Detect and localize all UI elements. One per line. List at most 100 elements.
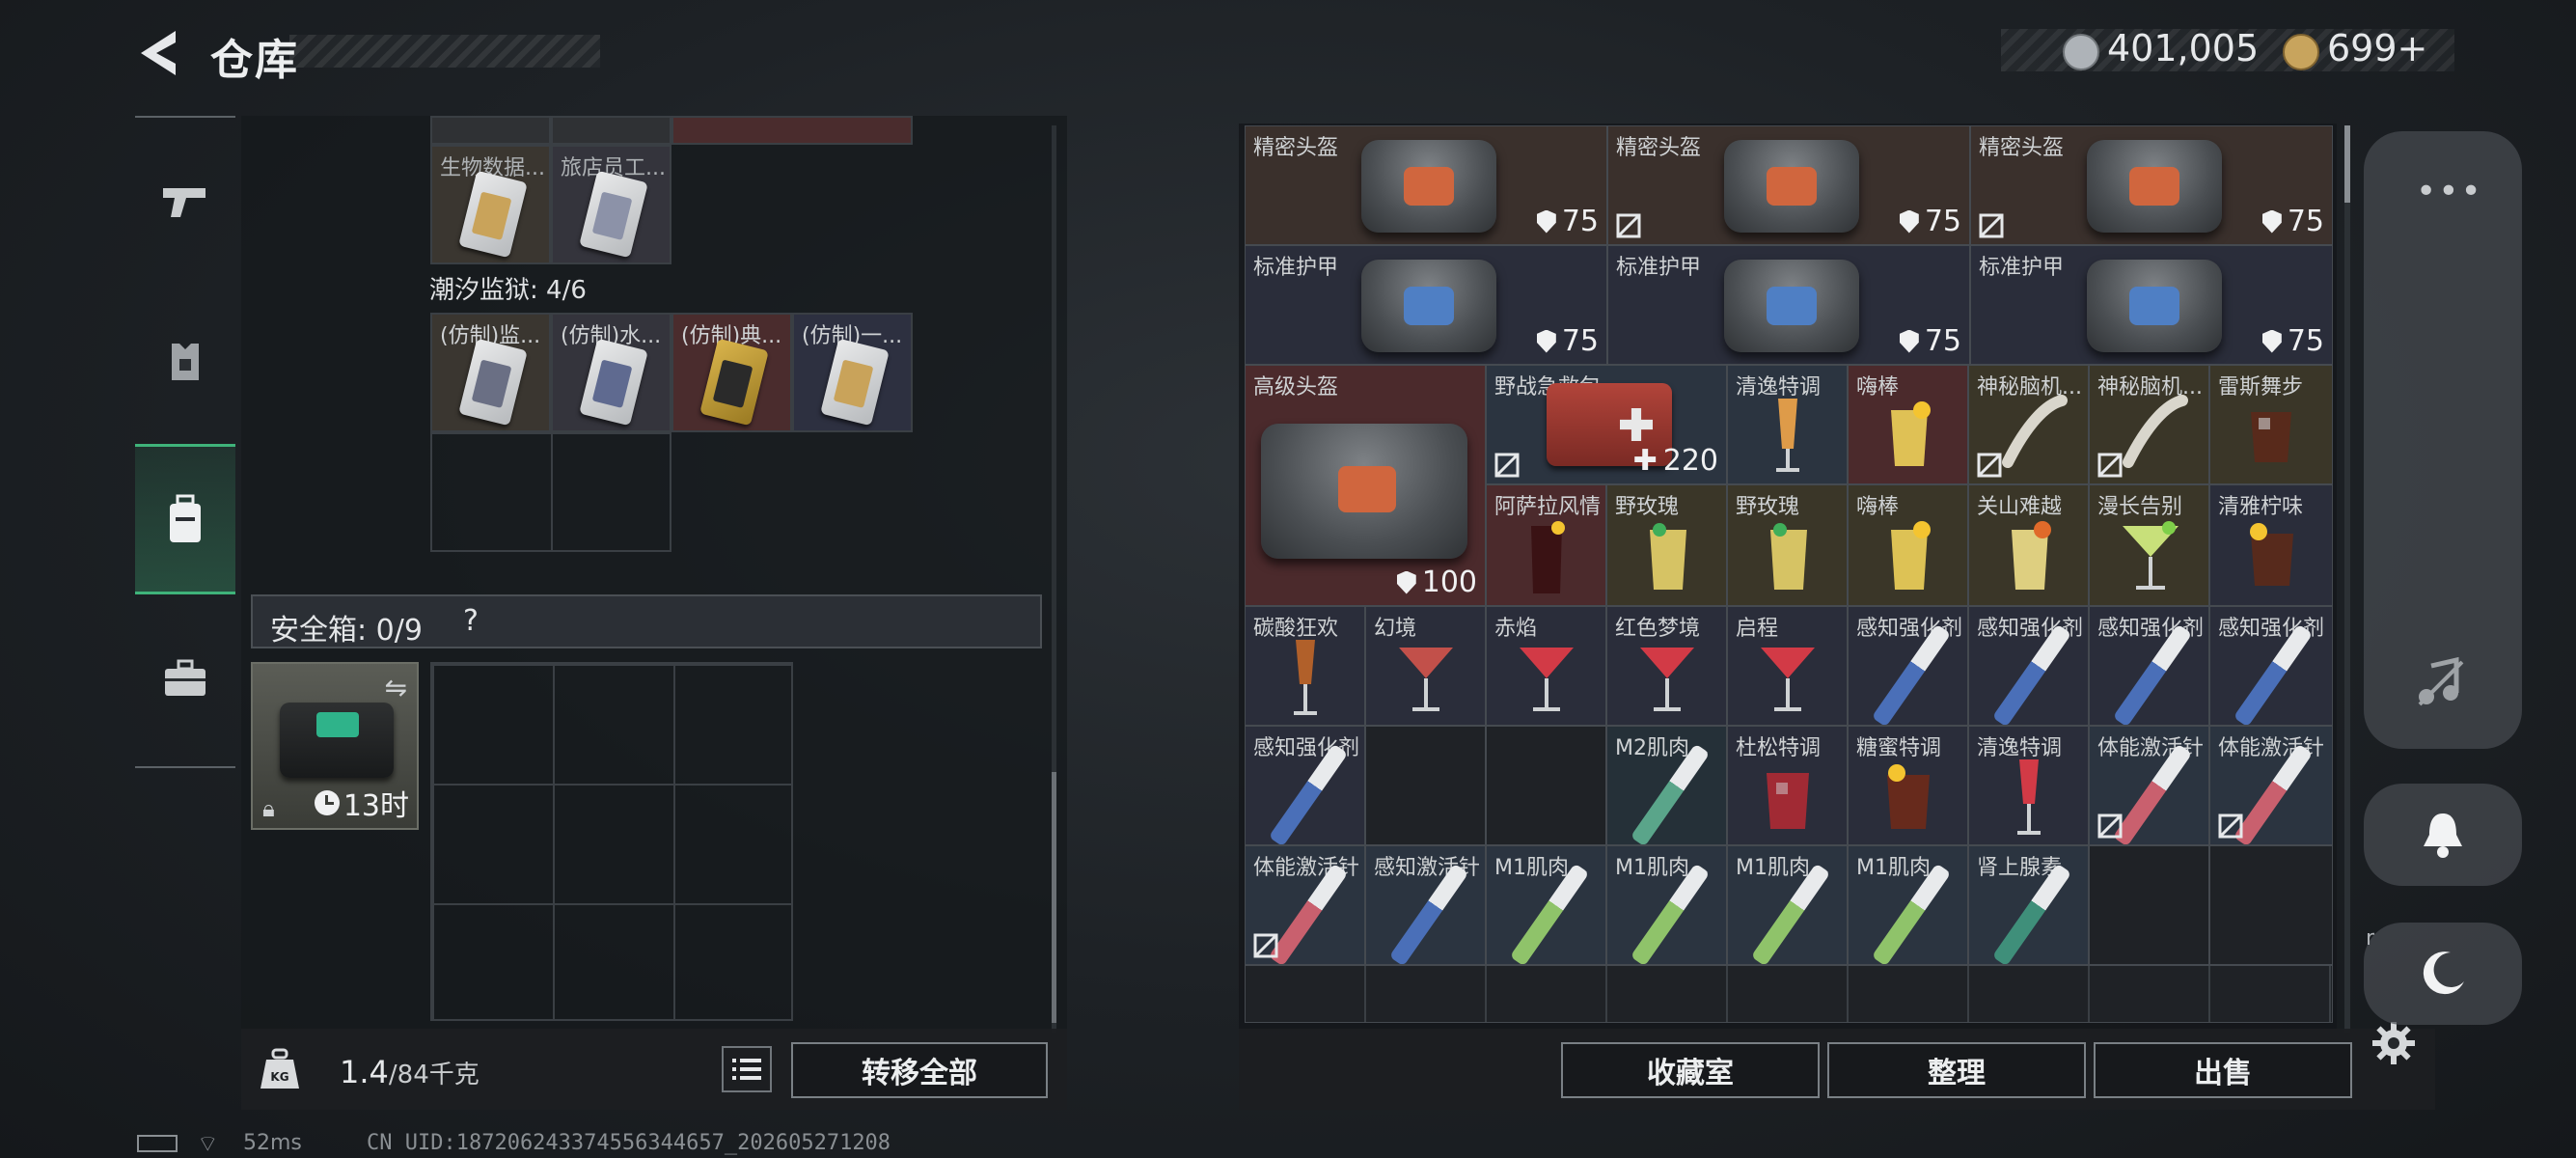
item-name: 糖蜜特调 [1856, 736, 1942, 760]
collection-room-button[interactable]: 收藏室 [1561, 1042, 1820, 1098]
item-cell-partial[interactable] [430, 116, 551, 145]
gold-amount[interactable]: 699+ [2327, 27, 2427, 69]
item-cell[interactable]: (仿制)典... [671, 313, 792, 432]
item-cell[interactable]: 高级头盔 100 [1245, 365, 1486, 606]
item-cell[interactable]: 肾上腺素 [1968, 845, 2089, 965]
item-cell-partial[interactable] [551, 116, 671, 145]
item-cell[interactable]: M1肌肉... [1848, 845, 1968, 965]
help-icon[interactable]: ? [463, 604, 479, 638]
swap-icon[interactable]: ⇋ [385, 672, 407, 703]
empty-slot[interactable] [2209, 845, 2333, 965]
item-cell[interactable]: 感知强化剂 [2089, 606, 2209, 726]
no-trade-icon [1253, 933, 1278, 958]
nav-equipment[interactable] [135, 290, 235, 434]
item-cell[interactable]: 体能激活针 [2089, 726, 2209, 845]
empty-slot[interactable] [2089, 845, 2209, 965]
more-icon[interactable]: ••• [2416, 172, 2483, 211]
item-cell[interactable]: 标准护甲 75 [1245, 245, 1607, 365]
item-cell[interactable]: 标准护甲 75 [1607, 245, 1970, 365]
item-cell[interactable]: 精密头盔 75 [1245, 125, 1607, 245]
item-cell[interactable]: 感知强化剂 [1245, 726, 1365, 845]
item-cell[interactable]: 启程 [1727, 606, 1848, 726]
item-cell[interactable]: 精密头盔 75 [1970, 125, 2333, 245]
organize-button[interactable]: 整理 [1827, 1042, 2086, 1098]
item-cell[interactable]: 感知激活针 [1365, 845, 1486, 965]
item-cell[interactable]: 野玫瑰 [1606, 484, 1727, 606]
item-cell[interactable]: M1肌肉... [1727, 845, 1848, 965]
item-cell[interactable]: 清雅柠味 [2209, 484, 2333, 606]
item-cell[interactable]: 体能激活针 [1245, 845, 1365, 965]
item-cell[interactable]: M2肌肉... [1606, 726, 1727, 845]
user-uid: CN UID:187206243374556344657_20260527120… [367, 1131, 891, 1155]
shield-icon [2261, 209, 2282, 234]
keycard-icon [458, 170, 528, 259]
silver-amount: 401,005 [2107, 27, 2260, 69]
item-cell[interactable]: 感知强化剂 [1848, 606, 1968, 726]
item-cell[interactable]: 嗨棒 [1848, 484, 1968, 606]
sell-button[interactable]: 出售 [2094, 1042, 2352, 1098]
warehouse-grid[interactable]: 精密头盔 75 精密头盔 75 精密头盔 75 标准护甲 75 标准护甲 75 … [1245, 125, 2333, 1023]
item-cell[interactable]: 标准护甲 75 [1970, 245, 2333, 365]
item-cell[interactable]: 旅店员工... [551, 145, 671, 264]
dark-mode-button[interactable] [2364, 923, 2522, 1025]
empty-slot[interactable] [1365, 726, 1486, 845]
svg-text:KG: KG [270, 1070, 288, 1084]
list-icon [732, 1059, 761, 1080]
item-cell[interactable]: 赤焰 [1486, 606, 1606, 726]
item-cell[interactable]: (仿制)一... [792, 313, 913, 432]
item-cell[interactable]: 感知强化剂 [2209, 606, 2333, 726]
shield-icon [1536, 209, 1556, 234]
item-cell[interactable]: 漫长告别 [2089, 484, 2209, 606]
rocks-glass-icon [2250, 523, 2293, 586]
durability: 75 [1899, 205, 1961, 238]
item-cell[interactable]: 杜松特调 [1727, 726, 1848, 845]
item-cell[interactable]: 阿萨拉风情 [1486, 484, 1606, 606]
item-cell[interactable]: 清逸特调 [1727, 365, 1848, 484]
music-muted-icon[interactable] [2414, 656, 2468, 710]
item-cell[interactable]: 碳酸狂欢 [1245, 606, 1365, 726]
item-cell[interactable]: 糖蜜特调 [1848, 726, 1968, 845]
gear-icon[interactable] [2371, 1021, 2416, 1065]
highball-icon [2012, 521, 2051, 590]
item-cell[interactable]: 嗨棒 [1848, 365, 1968, 484]
item-cell[interactable]: M1肌肉... [1486, 845, 1606, 965]
empty-slot[interactable] [1486, 726, 1606, 845]
left-scrollbar[interactable] [1052, 772, 1056, 1023]
notification-button[interactable] [2364, 784, 2522, 886]
item-name: 赤焰 [1494, 617, 1538, 641]
item-cell[interactable]: 精密头盔 75 [1607, 125, 1970, 245]
right-scrollbar[interactable] [2344, 125, 2350, 203]
item-cell[interactable]: (仿制)水... [551, 313, 671, 432]
item-cell[interactable]: 幻境 [1365, 606, 1486, 726]
durability: 100 [1396, 565, 1477, 599]
list-view-button[interactable] [722, 1046, 772, 1092]
item-cell[interactable]: 雷斯舞步 [2209, 365, 2333, 484]
nav-toolbox[interactable] [135, 606, 235, 751]
item-name: 标准护甲 [1253, 256, 1339, 280]
item-cell[interactable]: 生物数据... [430, 145, 551, 264]
safe-box-item[interactable]: ⇋ 🔒︎ 13时 [251, 662, 419, 830]
item-cell[interactable]: 红色梦境 [1606, 606, 1727, 726]
nav-backpack[interactable] [135, 444, 235, 594]
armor-icon [172, 344, 199, 380]
back-arrow-icon[interactable] [135, 27, 183, 79]
item-cell[interactable]: 神秘脑机... [1968, 365, 2089, 484]
empty-slots[interactable] [430, 432, 671, 552]
battery-icon [137, 1135, 178, 1152]
item-cell[interactable]: M1肌肉... [1606, 845, 1727, 965]
item-cell[interactable]: 野战急救包 ✚220 [1486, 365, 1727, 484]
transfer-all-button[interactable]: 转移全部 [791, 1042, 1048, 1098]
item-cell[interactable]: 体能激活针 [2209, 726, 2333, 845]
nav-weapons[interactable] [135, 129, 235, 274]
item-cell[interactable]: 野玫瑰 [1727, 484, 1848, 606]
item-cell[interactable]: (仿制)监... [430, 313, 551, 432]
highball-icon [1650, 523, 1686, 590]
item-cell-partial[interactable] [671, 116, 913, 145]
empty-slots-row[interactable] [1245, 965, 2333, 1023]
highball-icon [1770, 523, 1807, 590]
item-cell[interactable]: 清逸特调 [1968, 726, 2089, 845]
item-cell[interactable]: 感知强化剂 [1968, 606, 2089, 726]
safe-box-slots[interactable] [430, 662, 793, 1021]
item-cell[interactable]: 神秘脑机... [2089, 365, 2209, 484]
item-cell[interactable]: 关山难越 [1968, 484, 2089, 606]
